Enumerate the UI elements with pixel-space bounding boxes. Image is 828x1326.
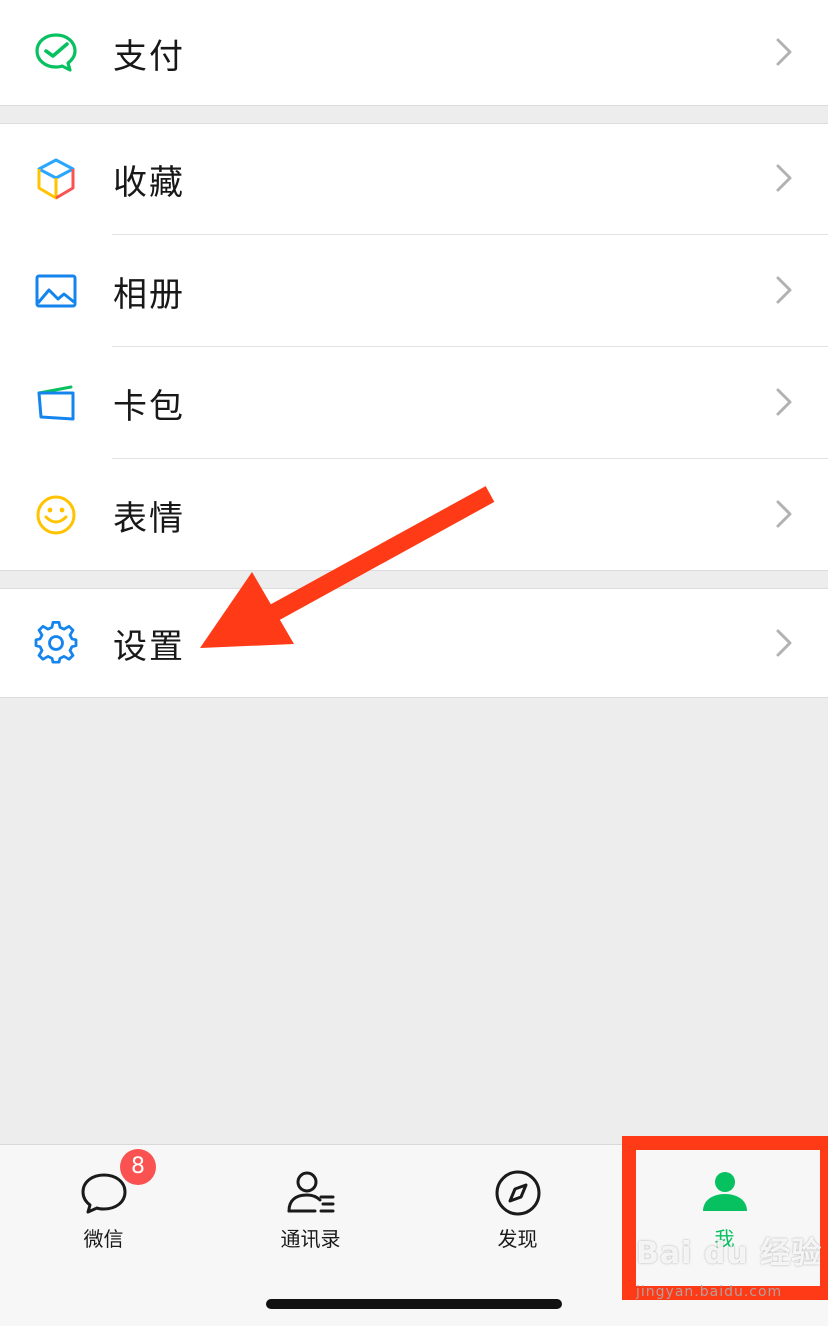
unread-badge: 8 [120,1149,156,1185]
tab-label: 微信 [83,1227,124,1251]
contacts-icon [285,1167,337,1219]
person-icon [699,1167,751,1219]
compass-icon [492,1167,544,1219]
menu-item-label: 收藏 [113,162,185,203]
chevron-right-icon [774,499,794,529]
chevron-right-icon [774,163,794,193]
menu-item-label: 支付 [113,36,185,77]
photo-icon [34,269,78,313]
chevron-right-icon [774,275,794,305]
menu-item-label: 表情 [113,498,185,539]
chevron-right-icon [774,628,794,658]
divider [0,105,828,106]
chevron-right-icon [774,37,794,67]
menu-item-album[interactable]: 相册 [0,235,828,347]
menu-item-label: 卡包 [113,386,185,427]
divider [0,570,828,571]
home-indicator[interactable] [266,1299,562,1309]
menu-item-pay[interactable]: 支付 [0,0,828,106]
menu-item-settings[interactable]: 设置 [0,588,828,698]
menu-group-pay: 支付 [0,0,828,106]
smile-icon [34,493,78,537]
divider [0,697,828,698]
menu-group-services: 收藏 相册 卡包 表情 [0,123,828,571]
tab-chats[interactable]: 8 微信 [0,1145,207,1255]
menu-item-stickers[interactable]: 表情 [0,459,828,571]
tab-label: 通讯录 [280,1227,341,1251]
menu-item-label: 设置 [113,626,185,667]
tab-label: 我 [714,1227,735,1251]
menu-item-label: 相册 [113,274,185,315]
tab-discover[interactable]: 发现 [414,1145,621,1255]
menu-group-settings: 设置 [0,588,828,698]
chevron-right-icon [774,387,794,417]
tab-contacts[interactable]: 通讯录 [207,1145,414,1255]
gear-icon [34,621,78,665]
menu-item-favorites[interactable]: 收藏 [0,123,828,235]
tab-me[interactable]: 我 [621,1145,828,1255]
wechat-pay-icon [34,30,78,74]
cube-icon [34,157,78,201]
menu-item-cards[interactable]: 卡包 [0,347,828,459]
wallet-icon [34,381,78,425]
tab-label: 发现 [497,1227,538,1251]
